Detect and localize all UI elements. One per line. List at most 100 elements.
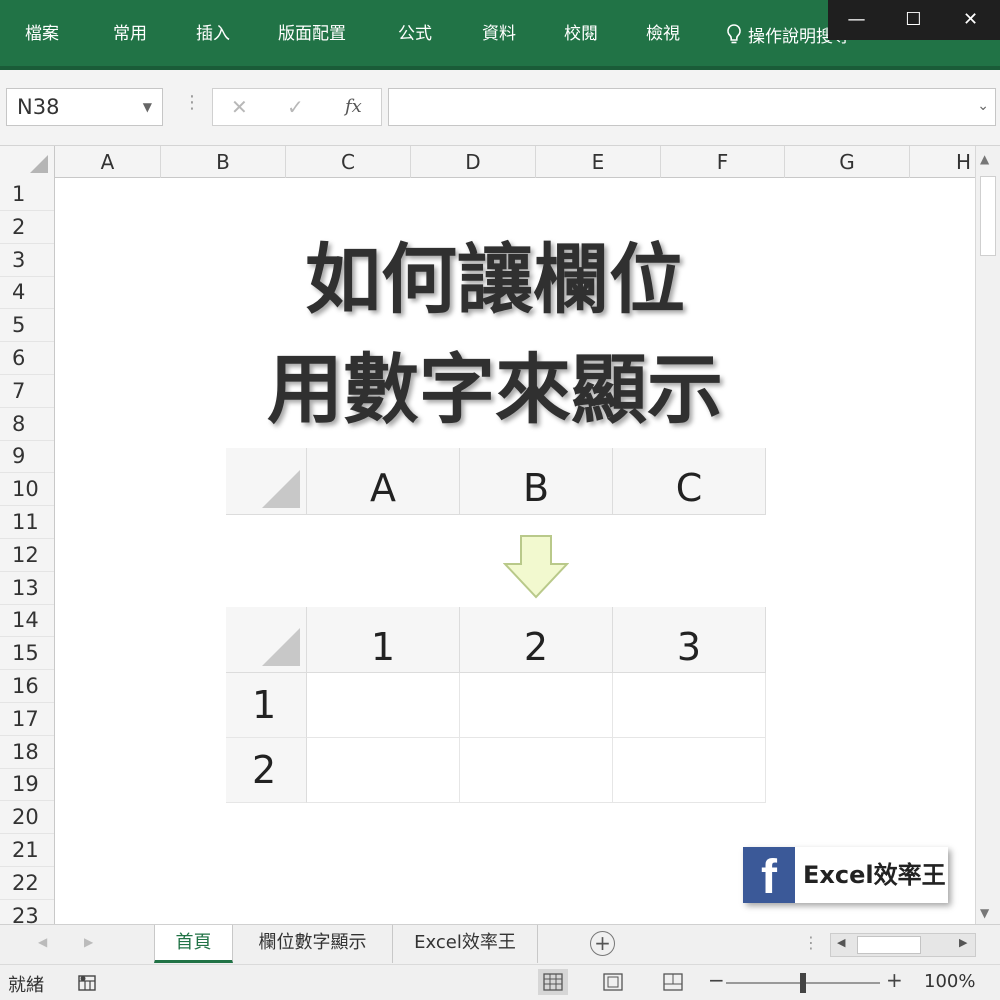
select-all-icon [262,628,300,666]
name-box[interactable]: N38 ▼ [6,88,163,126]
row-header[interactable]: 3 [0,244,54,277]
sheet-tab-column-number[interactable]: 欄位數字顯示 [233,925,393,963]
number-header-demo: 1 2 3 [226,607,766,673]
title-line-2: 用數字來顯示 [267,345,723,434]
row-header[interactable]: 17 [0,703,54,736]
chevron-down-icon[interactable]: ▼ [143,89,152,125]
demo-cell [460,673,613,738]
page-layout-view-button[interactable] [598,969,628,995]
select-all-icon [30,155,48,173]
row-header[interactable]: 11 [0,506,54,539]
sheet-tab-home[interactable]: 首頁 [154,925,233,963]
row-header[interactable]: 18 [0,736,54,769]
column-header[interactable]: D [411,146,536,178]
insert-function-button[interactable]: fx [345,89,362,125]
row-header[interactable]: 5 [0,309,54,343]
zoom-percent[interactable]: 100% [924,971,975,992]
tab-review[interactable]: 校閱 [564,22,598,46]
row-header[interactable]: 9 [0,440,54,474]
tab-view[interactable]: 檢視 [646,22,680,46]
page-break-view-button[interactable] [658,969,688,995]
row-header[interactable]: 6 [0,342,54,375]
next-sheet-icon[interactable]: ▶ [84,935,93,949]
add-sheet-button[interactable]: + [590,931,615,956]
demo-column-header: 1 [307,607,460,672]
demo-cell [307,673,460,738]
maximize-button[interactable]: ☐ [885,0,942,40]
minimize-button[interactable]: — [828,0,885,40]
demo-column-header: 2 [460,607,613,672]
scroll-up-icon[interactable]: ▲ [980,152,989,166]
demo-cell [613,738,766,803]
excel-window: 檔案 常用 插入 版面配置 公式 資料 校閱 檢視 操作說明搜尋 — ☐ ✕ N… [0,0,1000,1000]
row-header[interactable]: 1 [0,178,54,211]
column-header[interactable]: E [536,146,661,178]
column-header[interactable]: A [55,146,161,178]
tab-formulas[interactable]: 公式 [398,22,432,46]
tab-insert[interactable]: 插入 [196,22,230,46]
row-header[interactable]: 19 [0,768,54,802]
demo-column-header: 3 [613,607,766,672]
scroll-thumb[interactable] [857,936,921,954]
demo-corner [226,448,307,514]
tab-page-layout[interactable]: 版面配置 [278,22,346,46]
column-header[interactable]: C [286,146,411,178]
row-header[interactable]: 8 [0,408,54,441]
row-header[interactable]: 20 [0,801,54,835]
vertical-scrollbar[interactable]: ▲ ▼ [975,146,1000,924]
grid-view-icon [543,973,563,991]
row-header[interactable]: 2 [0,211,54,244]
row-header[interactable]: 23 [0,900,54,924]
name-box-value: N38 [17,95,60,119]
column-header[interactable]: G [785,146,910,178]
row-header[interactable]: 15 [0,637,54,671]
horizontal-scrollbar[interactable]: ◀ ▶ [830,933,976,957]
row-header[interactable]: 7 [0,375,54,408]
row-header[interactable]: 13 [0,572,54,605]
demo-grid: 1 2 [226,673,766,803]
row-header[interactable]: 21 [0,834,54,867]
sheet-tab-excel-king[interactable]: Excel效率王 [393,925,538,963]
row-header[interactable]: 16 [0,670,54,703]
macro-record-icon[interactable] [78,973,98,993]
tab-data[interactable]: 資料 [482,22,516,46]
column-header[interactable]: F [661,146,785,178]
formula-input[interactable]: ⌄ [388,88,996,126]
enter-icon[interactable]: ✓ [287,89,304,125]
normal-view-button[interactable] [538,969,568,995]
row-header[interactable]: 22 [0,867,54,900]
zoom-in-button[interactable]: + [886,968,903,992]
scroll-thumb[interactable] [980,176,996,256]
zoom-out-button[interactable]: − [708,968,725,992]
status-ready: 就緒 [8,975,44,996]
status-bar: 就緒 − + 100% [0,964,1000,1000]
column-header[interactable]: B [161,146,286,178]
scroll-left-icon[interactable]: ◀ [837,936,845,949]
row-headers: 1 2 3 4 5 6 7 8 9 10 11 12 13 14 15 16 17 18 19 20 21 22 23 [0,178,55,924]
row-header[interactable]: 14 [0,604,54,638]
column-headers: A B C D E F G H [0,146,975,178]
zoom-slider-thumb[interactable] [800,973,806,993]
row-header[interactable]: 12 [0,539,54,572]
demo-row-header: 1 [226,673,307,738]
scroll-down-icon[interactable]: ▼ [980,906,989,920]
expand-formula-icon[interactable]: ⌄ [977,98,989,114]
badge-label: Excel效率王 [803,861,946,889]
sheet-tab-bar: ◀ ▶ 首頁 欄位數字顯示 Excel效率王 + ⋮ ◀ ▶ [0,924,1000,964]
more-icon: ⋮ [803,933,819,952]
prev-sheet-icon[interactable]: ◀ [38,935,47,949]
tab-home[interactable]: 常用 [113,22,147,46]
row-header[interactable]: 4 [0,276,54,310]
demo-column-header: C [613,448,766,514]
formula-bar: N38 ▼ ⋮ ✕ ✓ fx ⌄ [0,70,1000,146]
scroll-right-icon[interactable]: ▶ [959,936,967,949]
column-header[interactable]: H [910,146,975,178]
more-icon: ⋮ [183,92,201,113]
row-header[interactable]: 10 [0,473,54,507]
arrow-down-icon [503,535,569,599]
tab-file[interactable]: 檔案 [25,22,59,46]
select-all-button[interactable] [0,146,55,178]
close-button[interactable]: ✕ [942,0,999,40]
cancel-icon[interactable]: ✕ [231,89,248,125]
facebook-icon: f [743,847,795,904]
